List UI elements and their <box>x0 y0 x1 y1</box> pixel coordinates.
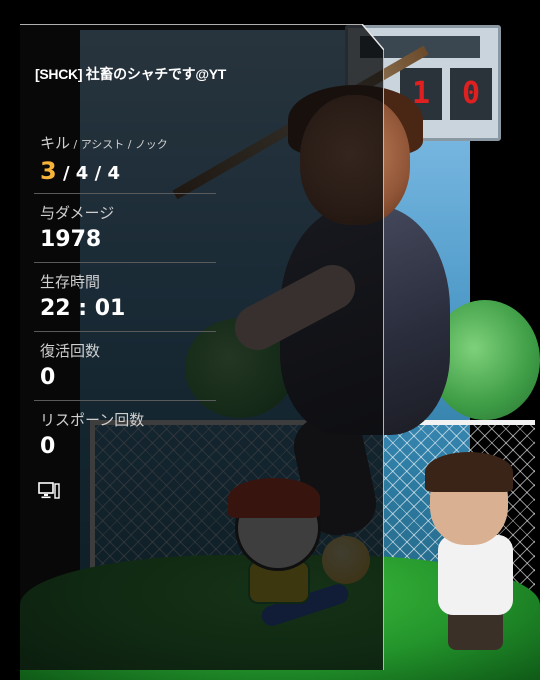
divider <box>34 193 216 194</box>
divider <box>34 331 216 332</box>
goalkeeper-hair <box>425 452 513 492</box>
stat-respawns-value: 0 <box>40 434 56 459</box>
stat-revives-label: 復活回数 <box>40 342 101 360</box>
stat-respawns: リスポーン回数 0 <box>40 409 216 459</box>
stat-damage-value: 1978 <box>40 227 102 252</box>
divider <box>34 262 216 263</box>
stat-survival-label: 生存時間 <box>40 273 101 291</box>
divider <box>34 400 216 401</box>
stat-damage-label: 与ダメージ <box>40 204 115 222</box>
goalkeeper-coat <box>438 535 513 615</box>
pc-monitor-icon <box>38 482 60 499</box>
match-summary-card: 1 0 [SHCK] 社畜のシャチです@YT キル / アシスト / ノック 3… <box>0 0 540 680</box>
stat-damage: 与ダメージ 1978 <box>40 202 216 252</box>
stat-survival-value: 22 : 01 <box>40 296 126 321</box>
assists-knocks: / 4 / 4 <box>56 163 120 184</box>
stat-respawns-label: リスポーン回数 <box>40 411 145 429</box>
stat-revives-value: 0 <box>40 365 56 390</box>
stat-kills-value: 3 / 4 / 4 <box>40 157 216 185</box>
stat-kills-label: キル / アシスト / ノック <box>40 134 168 152</box>
player-name: [SHCK] 社畜のシャチです@YT <box>35 66 227 82</box>
stat-kills: キル / アシスト / ノック 3 / 4 / 4 <box>40 132 216 185</box>
stat-survival: 生存時間 22 : 01 <box>40 271 216 321</box>
stat-revives: 復活回数 0 <box>40 340 216 390</box>
kills-count: 3 <box>40 157 57 185</box>
